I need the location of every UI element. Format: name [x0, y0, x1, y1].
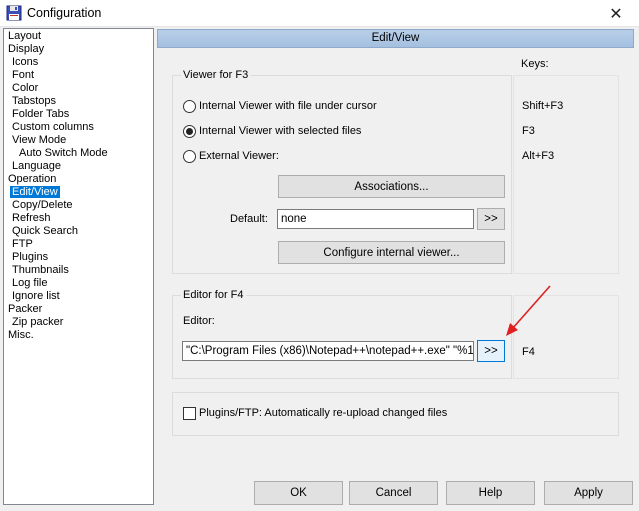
tree-item-label: Auto Switch Mode [19, 147, 108, 159]
tree-item-label: Icons [12, 56, 39, 68]
settings-tree[interactable]: Layout Display Icons Font Color Tabstops Folde… [3, 28, 154, 505]
tree-item[interactable]: Display [4, 43, 153, 56]
cancel-button[interactable]: Cancel [349, 481, 438, 505]
close-button[interactable]: ✕ [593, 0, 639, 27]
editor-path-input[interactable]: "C:\Program Files (x86)\Notepad++\notepa… [182, 341, 474, 361]
keys-label: Keys: [521, 58, 549, 70]
title-bar: Configuration ✕ [0, 0, 639, 27]
tree-item[interactable]: Ignore list [4, 290, 153, 303]
tree-item-label: Log file [12, 277, 48, 289]
tree-item-label: Plugins [12, 251, 49, 263]
tree-item-label: Quick Search [12, 225, 79, 237]
tree-item[interactable]: Plugins [4, 251, 153, 264]
radio-internal-cursor-label[interactable]: Internal Viewer with file under cursor [199, 100, 377, 112]
radio-internal-selected[interactable] [183, 125, 196, 138]
radio-internal-selected-label[interactable]: Internal Viewer with selected files [199, 125, 361, 137]
tree-item[interactable]: Folder Tabs [4, 108, 153, 121]
tree-item[interactable]: Tabstops [4, 95, 153, 108]
tree-item[interactable]: Misc. [4, 329, 153, 342]
editor-label: Editor: [183, 315, 215, 327]
tree-item-label: Tabstops [12, 95, 57, 107]
tree-item[interactable]: Operation [4, 173, 153, 186]
tree-item-label: FTP [12, 238, 33, 250]
tree-item-label: Display [8, 43, 45, 55]
default-label: Default: [230, 213, 268, 225]
tree-item[interactable]: Zip packer [4, 316, 153, 329]
close-icon: ✕ [609, 5, 623, 23]
tree-item[interactable]: Copy/Delete [4, 199, 153, 212]
tree-item[interactable]: Edit/View [4, 186, 153, 199]
tree-item-label: Packer [8, 303, 43, 315]
key-f4: F4 [522, 346, 535, 358]
tree-item[interactable]: Refresh [4, 212, 153, 225]
editor-group [172, 295, 512, 379]
editor-group-title: Editor for F4 [181, 289, 246, 301]
tree-item-label: Layout [8, 30, 42, 42]
reupload-label[interactable]: Plugins/FTP: Automatically re-upload cha… [199, 407, 447, 419]
key-alt-f3: Alt+F3 [522, 150, 555, 162]
tree-item-label: Custom columns [12, 121, 94, 133]
viewer-group-title: Viewer for F3 [181, 69, 251, 81]
tree-item-label: Misc. [8, 329, 34, 341]
ok-button[interactable]: OK [254, 481, 343, 505]
tree-item-label: Zip packer [12, 316, 64, 328]
associations-button[interactable]: Associations... [278, 175, 505, 198]
tree-item-label: Copy/Delete [12, 199, 73, 211]
tree-item-label: View Mode [12, 134, 67, 146]
tree-item[interactable]: Font [4, 69, 153, 82]
key-shift-f3: Shift+F3 [522, 100, 564, 112]
tree-item-label: Language [12, 160, 61, 172]
tree-item-label: Refresh [12, 212, 51, 224]
app-floppy-icon [6, 5, 22, 21]
tree-item-label: Folder Tabs [12, 108, 70, 120]
tree-item-label: Thumbnails [12, 264, 69, 276]
radio-internal-cursor[interactable] [183, 100, 196, 113]
tree-item[interactable]: Icons [4, 56, 153, 69]
radio-external[interactable] [183, 150, 196, 163]
red-arrow-annotation [506, 285, 551, 336]
tree-item[interactable]: Log file [4, 277, 153, 290]
tree-item[interactable]: Thumbnails [4, 264, 153, 277]
tree-item-label: Font [12, 69, 35, 81]
tree-item[interactable]: Layout [4, 30, 153, 43]
tree-item[interactable]: FTP [4, 238, 153, 251]
reupload-checkbox[interactable] [183, 407, 196, 420]
tree-item[interactable]: Language [4, 160, 153, 173]
tree-item[interactable]: Color [4, 82, 153, 95]
radio-external-label[interactable]: External Viewer: [199, 150, 279, 162]
tree-item-label: Color [12, 82, 39, 94]
window-title: Configuration [27, 6, 102, 20]
apply-button[interactable]: Apply [544, 481, 633, 505]
key-f3: F3 [522, 125, 535, 137]
help-button[interactable]: Help [446, 481, 535, 505]
configure-viewer-button[interactable]: Configure internal viewer... [278, 241, 505, 264]
tree-item-label: Ignore list [12, 290, 60, 302]
tree-item[interactable]: Packer [4, 303, 153, 316]
tree-item-label: Operation [8, 173, 57, 185]
tree-item-label: Edit/View [10, 186, 60, 198]
tree-item[interactable]: Custom columns [4, 121, 153, 134]
tree-item[interactable]: Auto Switch Mode [4, 147, 153, 160]
tree-item[interactable]: View Mode [4, 134, 153, 147]
default-browse-button[interactable]: >> [477, 208, 505, 230]
tree-item[interactable]: Quick Search [4, 225, 153, 238]
page-title: Edit/View [157, 29, 634, 48]
default-viewer-input[interactable]: none [277, 209, 474, 229]
